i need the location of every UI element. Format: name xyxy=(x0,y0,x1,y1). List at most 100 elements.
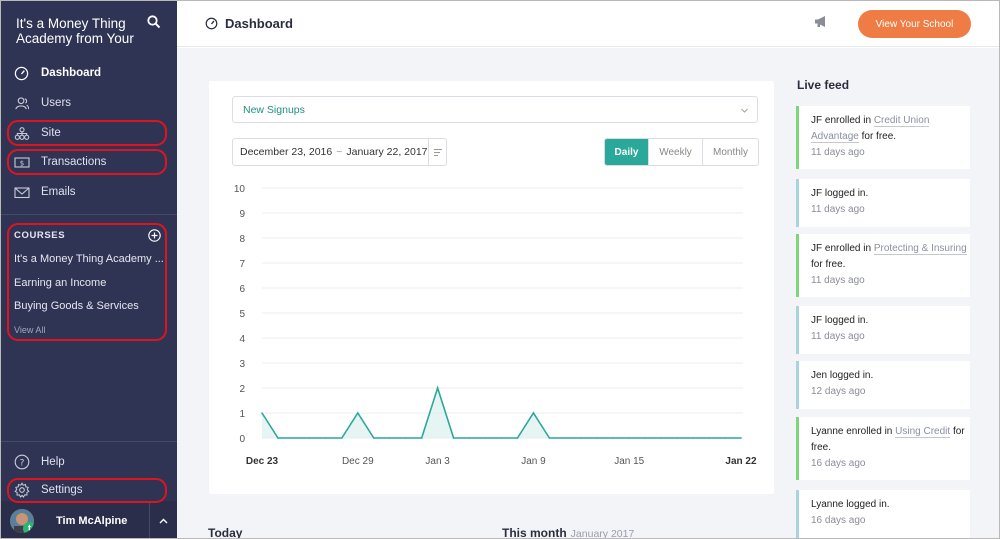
sidebar-item-help[interactable]: ? Help xyxy=(1,448,177,476)
feed-item-action: Lyanne enrolled in xyxy=(811,426,893,437)
data-point xyxy=(372,437,375,439)
feed-item-time: 11 days ago xyxy=(811,204,865,215)
feed-item-action: JF enrolled in xyxy=(811,243,872,254)
feed-item-time: 12 days ago xyxy=(811,386,866,397)
y-tick-label: 5 xyxy=(239,309,245,320)
date-separator: ~ xyxy=(336,146,343,158)
date-start: December 23, 2016 xyxy=(240,146,333,158)
feed-item-action: Lyanne logged in. xyxy=(811,499,890,510)
sidebar-item-users[interactable]: Users xyxy=(1,89,177,117)
filter-icon[interactable] xyxy=(428,139,446,165)
signups-card: New Signups December 23, 2016 ~ January … xyxy=(209,81,774,494)
y-tick-label: 7 xyxy=(239,259,245,270)
data-point xyxy=(261,412,263,414)
sidebar-item-label: Dashboard xyxy=(41,67,102,79)
page-title: Dashboard xyxy=(225,16,293,31)
sidebar-item-label: Users xyxy=(41,97,72,109)
data-point xyxy=(452,437,455,439)
data-point xyxy=(468,437,471,439)
sidebar-item-transactions[interactable]: $ Transactions xyxy=(1,148,177,176)
metric-select[interactable]: New Signups xyxy=(232,96,758,123)
feed-item-time: 11 days ago xyxy=(811,331,865,342)
view-all-courses-link[interactable]: View All xyxy=(14,325,45,335)
feed-item-text: Jen logged in. xyxy=(811,368,970,384)
feed-item-text: JF logged in. xyxy=(811,186,970,202)
data-point xyxy=(724,437,726,439)
user-name: Tim McAlpine xyxy=(56,514,128,527)
chevron-up-icon[interactable] xyxy=(149,501,177,538)
search-icon[interactable] xyxy=(147,15,163,31)
view-school-button[interactable]: View Your School xyxy=(858,10,971,38)
x-tick-label: Jan 15 xyxy=(614,456,644,467)
sidebar-item-label: Emails xyxy=(41,186,76,198)
today-label: Today xyxy=(208,526,243,539)
feed-item-action: JF logged in. xyxy=(811,315,869,326)
feed-course-link[interactable]: Protecting & Insuring xyxy=(873,243,967,255)
y-tick-label: 3 xyxy=(239,359,245,370)
sidebar-item-emails[interactable]: Emails xyxy=(1,178,177,206)
course-item[interactable]: Earning an Income xyxy=(14,277,164,289)
main-content: New Signups December 23, 2016 ~ January … xyxy=(177,48,999,539)
user-menu[interactable]: t Tim McAlpine xyxy=(1,501,177,538)
date-range-picker[interactable]: December 23, 2016 ~ January 22, 2017 xyxy=(232,138,447,166)
feed-item-time: 11 days ago xyxy=(811,147,865,158)
data-point xyxy=(309,437,311,439)
data-point xyxy=(532,412,535,414)
feed-item-text: JF logged in. xyxy=(811,313,970,329)
school-brand[interactable]: It's a Money Thing Academy from Your xyxy=(16,16,151,46)
data-point xyxy=(357,412,359,414)
feed-item-action: JF enrolled in xyxy=(811,115,872,126)
data-point xyxy=(277,437,279,439)
feed-course-link[interactable]: Using Credit xyxy=(895,426,951,438)
feed-item: Lyanne logged in. 16 days ago xyxy=(796,490,970,538)
data-point xyxy=(420,437,423,439)
feed-item: JF logged in. 11 days ago xyxy=(796,306,970,354)
sidebar-item-site[interactable]: Site xyxy=(1,119,177,147)
sidebar-item-dashboard[interactable]: Dashboard xyxy=(1,59,177,87)
this-month-sub: January 2017 xyxy=(570,528,635,539)
period-daily-button[interactable]: Daily xyxy=(605,139,648,165)
help-icon: ? xyxy=(13,454,30,471)
y-tick-label: 10 xyxy=(234,184,246,195)
data-point xyxy=(676,437,678,439)
data-point xyxy=(325,437,327,439)
add-course-icon[interactable] xyxy=(148,229,161,242)
course-item[interactable]: It's a Money Thing Academy ... xyxy=(14,253,164,265)
feed-item: Jen logged in. 12 days ago xyxy=(796,361,970,409)
y-tick-label: 2 xyxy=(239,384,245,395)
data-point xyxy=(692,437,694,439)
period-toggle: Daily Weekly Monthly xyxy=(604,138,759,166)
feed-item-time: 11 days ago xyxy=(811,275,865,286)
sidebar-item-label: Site xyxy=(41,127,61,139)
megaphone-icon[interactable] xyxy=(814,15,830,31)
period-weekly-button[interactable]: Weekly xyxy=(648,139,702,165)
course-item[interactable]: Buying Goods & Services xyxy=(14,300,164,312)
data-point xyxy=(500,437,503,439)
chevron-down-icon xyxy=(740,106,749,115)
data-point xyxy=(404,437,407,439)
feed-item-time: 16 days ago xyxy=(811,458,866,469)
signups-chart: 0 1 2 3 4 5 6 7 8 9 10 Dec 23 Dec 29 Jan 3 Jan 9 Jan 15… xyxy=(234,184,757,467)
data-point xyxy=(484,437,487,439)
metric-select-value: New Signups xyxy=(243,103,305,116)
y-tick-label: 9 xyxy=(239,209,245,220)
users-icon xyxy=(13,95,30,112)
data-point xyxy=(341,437,343,439)
this-month-heading: This month January 2017 xyxy=(502,526,635,539)
svg-text:$: $ xyxy=(19,159,23,167)
y-tick-label: 6 xyxy=(239,284,245,295)
this-month-label: This month xyxy=(502,526,567,539)
data-point xyxy=(548,437,551,439)
today-heading: Today xyxy=(208,526,243,539)
data-point xyxy=(660,437,662,439)
courses-heading: COURSES xyxy=(14,230,66,241)
svg-text:?: ? xyxy=(19,459,24,469)
feed-item-action: Jen logged in. xyxy=(811,370,874,381)
period-monthly-button[interactable]: Monthly xyxy=(702,139,758,165)
sidebar-item-label: Transactions xyxy=(41,156,107,168)
sidebar-item-settings[interactable]: Settings xyxy=(1,476,177,504)
feed-item-action: JF logged in. xyxy=(811,188,869,199)
feed-item: JF enrolled in Credit Union Advantage fo… xyxy=(796,106,970,169)
data-point xyxy=(516,437,519,439)
data-point xyxy=(436,387,439,389)
